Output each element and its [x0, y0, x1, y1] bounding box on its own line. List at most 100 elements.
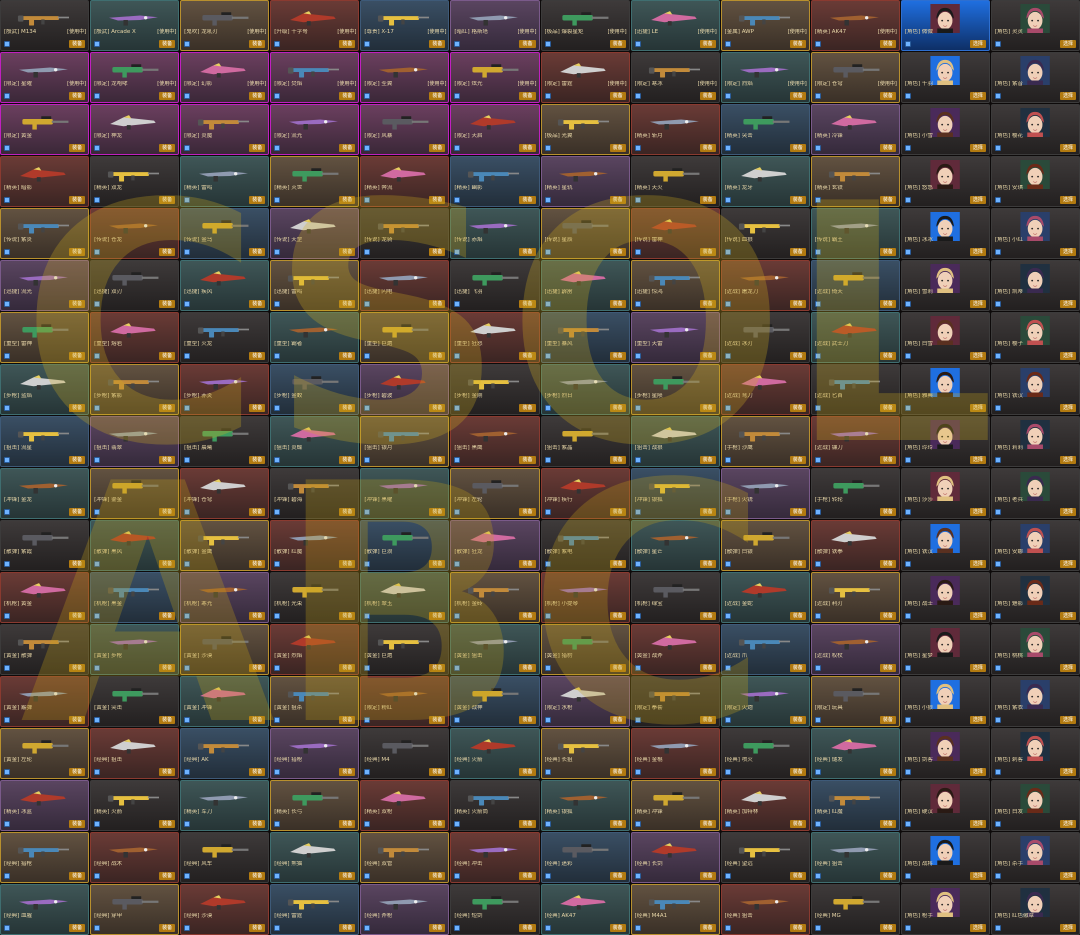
weapon-card[interactable]: [传说] 星辰 装备 [540, 208, 630, 259]
weapon-card[interactable]: [限定] 烈焰 [使用中] 装备 [720, 52, 810, 103]
weapon-card[interactable]: [精英] 红魔 装备 [810, 780, 900, 831]
weapon-card[interactable]: [冲锋] 金龙 装备 [0, 468, 90, 519]
weapon-card[interactable]: [经典] 雷霆 装备 [270, 884, 360, 935]
equip-button[interactable]: 装备 [699, 507, 716, 516]
weapon-card[interactable]: [经典] 短剑 装备 [450, 884, 540, 935]
equip-button[interactable]: 装备 [789, 403, 806, 412]
weapon-card[interactable]: [限定] 炎魔 装备 [180, 104, 270, 155]
equip-button[interactable]: 装备 [879, 715, 896, 724]
character-card[interactable]: [角色] 冰冰 选择 [900, 208, 990, 259]
weapon-card[interactable]: [精英] AK47 [使用中] 装备 [810, 0, 900, 51]
equip-button[interactable]: 装备 [339, 871, 356, 880]
equip-button[interactable]: 装备 [249, 663, 266, 672]
equip-button[interactable]: 选择 [1059, 923, 1076, 932]
equip-button[interactable]: 装备 [249, 247, 266, 256]
equip-button[interactable]: 装备 [159, 299, 176, 308]
weapon-card[interactable]: [限定] 风暴 装备 [360, 104, 450, 155]
equip-button[interactable]: 装备 [699, 299, 716, 308]
equip-button[interactable]: 装备 [789, 559, 806, 568]
equip-button[interactable]: 装备 [789, 507, 806, 516]
weapon-card[interactable]: [经典] 狙击 装备 [90, 728, 180, 779]
equip-button[interactable]: 装备 [429, 923, 446, 932]
character-card[interactable]: [角色] 桃桃 选择 [990, 624, 1080, 675]
equip-button[interactable]: 装备 [519, 455, 536, 464]
equip-button[interactable]: 选择 [1059, 91, 1076, 100]
weapon-card[interactable]: [限定] 水枪 装备 [540, 676, 630, 727]
equip-button[interactable]: 装备 [249, 559, 266, 568]
equip-button[interactable]: 装备 [69, 247, 86, 256]
weapon-card[interactable]: [近战] 屠龙刀 装备 [720, 260, 810, 311]
equip-button[interactable]: 装备 [249, 39, 266, 48]
character-card[interactable]: [角色] 战将 选择 [900, 832, 990, 883]
equip-button[interactable]: 装备 [879, 819, 896, 828]
equip-button[interactable]: 选择 [1059, 39, 1076, 48]
equip-button[interactable]: 装备 [429, 247, 446, 256]
equip-button[interactable]: 装备 [519, 143, 536, 152]
equip-button[interactable]: 装备 [699, 351, 716, 360]
equip-button[interactable]: 装备 [699, 143, 716, 152]
equip-button[interactable]: 装备 [69, 403, 86, 412]
equip-button[interactable]: 装备 [789, 819, 806, 828]
equip-button[interactable]: 装备 [339, 247, 356, 256]
weapon-card[interactable]: [冲锋] 黑曜 装备 [360, 468, 450, 519]
equip-button[interactable]: 装备 [789, 923, 806, 932]
equip-button[interactable]: 装备 [339, 299, 356, 308]
equip-button[interactable]: 装备 [699, 767, 716, 776]
weapon-card[interactable]: [散弹] 紫电 装备 [540, 520, 630, 571]
weapon-card[interactable]: [步枪] 金蛟 装备 [270, 364, 360, 415]
equip-button[interactable]: 装备 [879, 91, 896, 100]
weapon-card[interactable]: [限定] 黄金 装备 [0, 104, 90, 155]
weapon-card[interactable]: [极品] 爆裂星矩 [使用中] 装备 [540, 0, 630, 51]
equip-button[interactable]: 装备 [159, 507, 176, 516]
weapon-card[interactable]: [黄金] 左轮 装备 [0, 728, 90, 779]
equip-button[interactable]: 装备 [609, 195, 626, 204]
character-card[interactable]: [角色] 安琪 选择 [990, 156, 1080, 207]
weapon-card[interactable]: [近战] 匕首 装备 [810, 364, 900, 415]
character-card[interactable]: [角色] 安娜 选择 [990, 520, 1080, 571]
equip-button[interactable]: 装备 [519, 611, 536, 620]
equip-button[interactable]: 选择 [1059, 663, 1076, 672]
equip-button[interactable]: 选择 [969, 91, 986, 100]
equip-button[interactable]: 装备 [879, 663, 896, 672]
equip-button[interactable]: 装备 [69, 611, 86, 620]
weapon-card[interactable]: [限定] 龙咆哮 [使用中] 装备 [90, 52, 180, 103]
equip-button[interactable]: 装备 [609, 611, 626, 620]
weapon-card[interactable]: [经典] 长狙 装备 [540, 728, 630, 779]
equip-button[interactable]: 装备 [789, 299, 806, 308]
character-card[interactable]: [角色] 白发 选择 [990, 780, 1080, 831]
weapon-card[interactable]: [黄金] 狙杀 装备 [270, 676, 360, 727]
equip-button[interactable]: 装备 [69, 819, 86, 828]
weapon-card[interactable]: [传说] 金乌 装备 [180, 208, 270, 259]
weapon-card[interactable]: [精英] 天火 装备 [630, 156, 720, 207]
equip-button[interactable]: 装备 [429, 299, 446, 308]
weapon-card[interactable]: [重型] 雷神 装备 [0, 312, 90, 363]
weapon-card[interactable]: [黄金] 突击 装备 [90, 676, 180, 727]
equip-button[interactable]: 装备 [789, 767, 806, 776]
equip-button[interactable]: 选择 [1059, 767, 1076, 776]
weapon-card[interactable]: [机枪] 黄金 装备 [0, 572, 90, 623]
equip-button[interactable]: 装备 [339, 455, 356, 464]
equip-button[interactable]: 装备 [699, 195, 716, 204]
equip-button[interactable]: 装备 [609, 247, 626, 256]
weapon-card[interactable]: [限定] 圣翼 [使用中] 装备 [360, 52, 450, 103]
equip-button[interactable]: 装备 [339, 507, 356, 516]
weapon-card[interactable]: [手枪] 沙鹰 装备 [720, 416, 810, 467]
equip-button[interactable]: 装备 [69, 39, 86, 48]
equip-button[interactable]: 装备 [609, 507, 626, 516]
equip-button[interactable]: 装备 [609, 663, 626, 672]
weapon-card[interactable]: [经典] 熊猫 装备 [270, 832, 360, 883]
equip-button[interactable]: 装备 [249, 455, 266, 464]
character-card[interactable]: [角色] 玲玲 选择 [900, 416, 990, 467]
weapon-card[interactable]: [暗红] 格斯塔 [使用中] 装备 [450, 0, 540, 51]
equip-button[interactable]: 装备 [69, 299, 86, 308]
equip-button[interactable]: 选择 [969, 559, 986, 568]
weapon-card[interactable]: [经典] 冲击 装备 [450, 832, 540, 883]
equip-button[interactable]: 选择 [969, 715, 986, 724]
equip-button[interactable]: 选择 [969, 819, 986, 828]
equip-button[interactable]: 装备 [789, 247, 806, 256]
equip-button[interactable]: 装备 [69, 559, 86, 568]
equip-button[interactable]: 装备 [609, 299, 626, 308]
weapon-card[interactable]: [近战] 倚天 装备 [810, 260, 900, 311]
equip-button[interactable]: 选择 [1059, 507, 1076, 516]
weapon-card[interactable]: [限定] 火炮 装备 [720, 676, 810, 727]
